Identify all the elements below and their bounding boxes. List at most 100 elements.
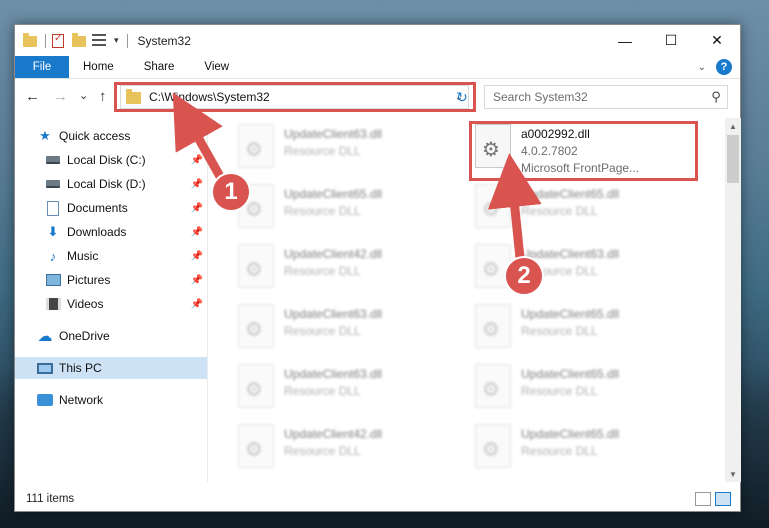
recent-locations-icon[interactable]: ⌄ [79, 89, 88, 102]
list-item[interactable]: UpdateClient63.dll Resource DLL [238, 124, 468, 174]
pin-icon: 📌 [190, 202, 203, 214]
window-title: System32 [137, 33, 191, 48]
file-name: UpdateClient42.dll [284, 427, 383, 441]
sidebar-item-this-pc[interactable]: This PC [15, 357, 207, 379]
step-1-badge: 1 [211, 172, 251, 212]
separator [45, 33, 46, 48]
new-folder-icon[interactable] [72, 32, 86, 48]
scrollbar-thumb[interactable] [727, 135, 739, 183]
scroll-down-icon[interactable]: ▼ [725, 466, 741, 482]
sidebar-item-pictures[interactable]: Pictures 📌 [15, 269, 207, 291]
sidebar-item-videos[interactable]: Videos 📌 [15, 293, 207, 315]
sidebar-item-quick-access[interactable]: ★ Quick access [15, 125, 207, 147]
folder-icon [126, 89, 141, 104]
file-name: UpdateClient42.dll [284, 247, 383, 261]
up-arrow-icon[interactable]: ↑ [99, 88, 107, 105]
target-dll-file[interactable]: a0002992.dll 4.0.2.7802 Microsoft FrontP… [475, 124, 705, 175]
pin-icon: 📌 [190, 298, 203, 310]
sidebar-item-onedrive[interactable]: ☁ OneDrive [15, 325, 207, 347]
quick-access-toolbar-dropdown-icon[interactable]: ▾ [114, 35, 119, 46]
file-name: UpdateClient65.dll [521, 367, 620, 381]
network-icon [37, 392, 53, 408]
dll-file-icon [475, 184, 511, 228]
details-view-icon[interactable] [695, 492, 711, 506]
navigation-bar: ← → ⌄ ↑ C:\Windows\System32 ⌄ ↻ Search S… [15, 82, 740, 112]
list-item[interactable]: UpdateClient65.dll Resource DLL [238, 184, 468, 234]
tab-share[interactable]: Share [129, 56, 190, 78]
sidebar-item-local-disk-d[interactable]: Local Disk (D:) 📌 [15, 173, 207, 195]
cloud-icon: ☁ [37, 328, 53, 345]
maximize-button[interactable]: ☐ [648, 25, 694, 56]
dll-file-icon [238, 244, 274, 288]
refresh-icon[interactable]: ↻ [451, 85, 473, 109]
list-item[interactable]: UpdateClient65.dll Resource DLL [475, 304, 705, 354]
download-icon: ⬇ [47, 224, 59, 239]
sidebar-item-downloads[interactable]: ⬇ Downloads 📌 [15, 221, 207, 243]
navigation-pane: ★ Quick access Local Disk (C:) 📌 Local D… [15, 122, 207, 482]
address-bar[interactable]: C:\Windows\System32 ⌄ [120, 85, 469, 109]
list-item[interactable]: UpdateClient65.dll Resource DLL [475, 424, 705, 474]
folder-icon [23, 32, 37, 48]
file-version: 4.0.2.7802 [521, 144, 578, 158]
sidebar-item-label: Documents [67, 201, 128, 215]
file-explorer-window: ▾ System32 — ☐ ✕ File Home Share View ⌄ … [14, 24, 741, 512]
vertical-scrollbar[interactable]: ▲ ▼ [725, 118, 741, 482]
scroll-up-icon[interactable]: ▲ [725, 118, 741, 134]
forward-arrow-icon[interactable]: → [53, 88, 68, 105]
list-item[interactable]: UpdateClient42.dll Resource DLL [238, 244, 468, 294]
sidebar-item-network[interactable]: Network [15, 389, 207, 411]
pictures-icon [45, 272, 61, 288]
sidebar-item-music[interactable]: ♪ Music 📌 [15, 245, 207, 267]
dll-file-icon [475, 124, 511, 168]
address-path[interactable]: C:\Windows\System32 [149, 90, 450, 104]
list-item[interactable]: UpdateClient63.dll Resource DLL [238, 304, 468, 354]
search-icon[interactable]: ⚲ [705, 89, 727, 105]
search-box[interactable]: Search System32 ⚲ [484, 85, 728, 109]
file-description: Resource DLL [284, 204, 361, 218]
dll-file-icon [475, 424, 511, 468]
search-input[interactable]: Search System32 [493, 90, 705, 104]
sidebar-item-label: OneDrive [59, 329, 110, 343]
pane-divider[interactable] [207, 118, 208, 482]
file-description: Resource DLL [521, 384, 598, 398]
tiles-view-icon[interactable] [715, 492, 731, 506]
drive-icon [45, 152, 61, 168]
close-button[interactable]: ✕ [694, 25, 740, 56]
documents-icon [45, 200, 61, 216]
back-arrow-icon[interactable]: ← [25, 88, 40, 105]
file-description: Resource DLL [521, 324, 598, 338]
list-item[interactable]: UpdateClient42.dll Resource DLL [238, 424, 468, 474]
list-item[interactable]: UpdateClient63.dll Resource DLL [238, 364, 468, 414]
properties-icon[interactable] [52, 33, 66, 48]
expand-ribbon-icon[interactable]: ⌄ [698, 62, 706, 73]
file-description: Resource DLL [284, 444, 361, 458]
file-description: Microsoft FrontPage... [521, 161, 640, 175]
file-name: a0002992.dll [521, 127, 590, 141]
pin-icon: 📌 [190, 274, 203, 286]
sidebar-item-label: Quick access [59, 129, 131, 143]
title-bar: ▾ System32 — ☐ ✕ [15, 25, 740, 56]
sidebar-item-label: Pictures [67, 273, 111, 287]
sidebar-item-label: Downloads [67, 225, 127, 239]
minimize-button[interactable]: — [602, 25, 648, 56]
view-options-icon[interactable] [92, 33, 106, 48]
dll-file-icon [238, 364, 274, 408]
step-2-badge: 2 [504, 256, 544, 296]
file-description: Resource DLL [284, 144, 361, 158]
tab-home[interactable]: Home [69, 56, 129, 78]
sidebar-item-documents[interactable]: Documents 📌 [15, 197, 207, 219]
list-item[interactable]: UpdateClient65.dll Resource DLL [475, 364, 705, 414]
list-item[interactable]: UpdateClient65.dll Resource DLL [475, 184, 705, 234]
pin-icon: 📌 [190, 154, 203, 166]
computer-icon [37, 360, 53, 376]
file-name: UpdateClient63.dll [284, 367, 383, 381]
tab-view[interactable]: View [189, 56, 244, 78]
file-name: UpdateClient65.dll [521, 187, 620, 201]
sidebar-item-local-disk-c[interactable]: Local Disk (C:) 📌 [15, 149, 207, 171]
file-name: UpdateClient63.dll [284, 127, 383, 141]
sidebar-item-label: This PC [59, 361, 102, 375]
sidebar-item-label: Music [67, 249, 99, 263]
file-description: Resource DLL [284, 384, 361, 398]
tab-file[interactable]: File [15, 56, 69, 78]
help-icon[interactable]: ? [716, 59, 732, 75]
